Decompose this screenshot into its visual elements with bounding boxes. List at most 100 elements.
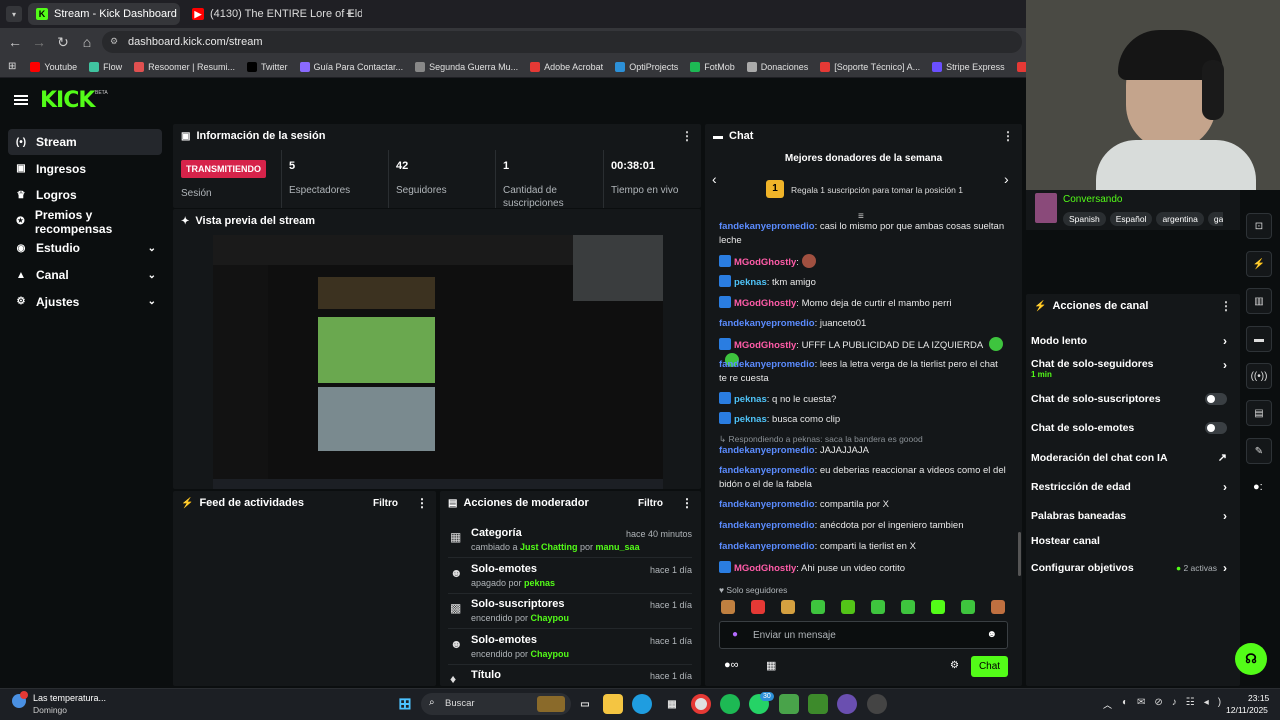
channel-action-7[interactable]: Hostear canal xyxy=(1031,535,1227,547)
chevron-down-icon[interactable]: ⌄ xyxy=(148,296,156,307)
bookmark-item[interactable]: Stripe Express xyxy=(932,61,1005,72)
channel-action-1[interactable]: Chat de solo-seguidores 1 min › xyxy=(1031,358,1227,379)
browser-tab-kick[interactable]: K Stream - Kick Dashboard ✕ xyxy=(28,3,180,25)
feed-filter-button[interactable]: Filtro xyxy=(373,498,398,509)
chat-input-box[interactable]: ● Enviar un mensaje ☻ xyxy=(719,621,1008,649)
new-tab-button[interactable]: + xyxy=(346,5,354,21)
wrench-icon[interactable]: ✎ xyxy=(1246,438,1272,464)
layout-icon[interactable]: ▤ xyxy=(1246,400,1272,426)
stream-tag[interactable]: Español xyxy=(1109,212,1153,226)
chat-settings-icon[interactable]: ⚙ xyxy=(950,660,959,671)
bookmark-item[interactable]: Resoomer | Resumi... xyxy=(134,61,235,72)
emote-shortcut[interactable] xyxy=(751,600,765,614)
task-view-icon[interactable]: ▭ xyxy=(575,694,595,714)
mic-icon[interactable]: ● xyxy=(732,629,738,640)
chat-username[interactable]: fandekanyepromedio xyxy=(719,221,815,232)
spotify-icon[interactable] xyxy=(720,694,740,714)
sidebar-item-logros[interactable]: ♛ Logros xyxy=(8,182,162,208)
chevron-right-icon[interactable]: › xyxy=(1223,334,1227,348)
mod-action-user[interactable]: Chaypou xyxy=(531,613,570,623)
emote-shortcut[interactable] xyxy=(931,600,945,614)
more-icon[interactable]: ⋮ xyxy=(416,496,428,510)
bookmark-item[interactable]: [Soporte Técnico] A... xyxy=(820,61,920,72)
mod-action-user[interactable]: Chaypou xyxy=(531,649,570,659)
toggle-switch[interactable] xyxy=(1205,393,1227,405)
more-icon[interactable]: ⋮ xyxy=(681,496,693,510)
sidebar-item-canal[interactable]: ▲ Canal ⌄ xyxy=(8,262,162,288)
kick-coins-icon[interactable]: ●∞ xyxy=(724,659,739,671)
moderator-action-item[interactable]: ▦ Categoría hace 40 minutos cambiado a Just… xyxy=(448,524,692,558)
tray-icons[interactable]: ◐✉⊘♪☷◂) xyxy=(1122,697,1230,708)
chat-username[interactable]: fandekanyepromedio xyxy=(719,318,815,329)
edge-icon[interactable] xyxy=(632,694,652,714)
chevron-down-icon[interactable]: ⌄ xyxy=(148,243,156,254)
stream-tag[interactable]: argentina xyxy=(1156,212,1204,226)
tab-search-button[interactable]: ▾ xyxy=(6,6,22,22)
address-bar[interactable]: ⚙ dashboard.kick.com/stream xyxy=(102,31,1022,53)
chevron-right-icon[interactable]: › xyxy=(1223,358,1227,372)
clock-time[interactable]: 23:15 xyxy=(1248,693,1269,703)
bookmark-item[interactable]: FotMob xyxy=(690,61,735,72)
broadcast-icon[interactable]: ((•)) xyxy=(1246,363,1272,389)
sidebar-item-estudio[interactable]: ◉ Estudio ⌄ xyxy=(8,235,162,261)
tray-chevron-icon[interactable]: ︿ xyxy=(1103,698,1112,711)
chrome-icon[interactable] xyxy=(691,694,711,714)
channel-action-8[interactable]: Configurar objetivos ● 2 activas › xyxy=(1031,561,1227,575)
chat-bubble-icon[interactable]: ▬ xyxy=(1246,326,1272,352)
back-icon[interactable]: ← xyxy=(3,30,27,54)
sidebar-item-ajustes[interactable]: ⚙ Ajustes ⌄ xyxy=(8,289,162,315)
bookmark-item[interactable]: Twitter xyxy=(247,61,288,72)
clipboard-icon[interactable]: ▥ xyxy=(1246,288,1272,314)
bookmark-item[interactable]: Guía Para Contactar... xyxy=(299,61,403,72)
store-app-icon[interactable]: ▦ xyxy=(662,694,682,714)
stream-preview-video[interactable] xyxy=(213,235,663,489)
donors-next-button[interactable]: › xyxy=(1004,171,1009,187)
support-headset-button[interactable]: ☊ xyxy=(1235,643,1267,675)
emoji-icon[interactable]: ☻ xyxy=(986,629,997,640)
emote-shortcut[interactable] xyxy=(781,600,795,614)
kick-logo[interactable]: KICK xyxy=(40,88,95,113)
clock-date[interactable]: 12/11/2025 xyxy=(1226,705,1268,715)
mod-action-user[interactable]: manu_saa xyxy=(596,542,640,552)
sidebar-item-stream[interactable]: (•) Stream xyxy=(8,129,162,155)
sidebar-item-premios[interactable]: ✪ Premios y recompensas xyxy=(8,208,162,236)
channel-action-6[interactable]: Palabras baneadas › xyxy=(1031,509,1227,523)
chat-username[interactable]: peknas xyxy=(734,394,767,405)
sidebar-item-ingresos[interactable]: ▣ Ingresos xyxy=(8,156,162,182)
browser-tab-youtube[interactable]: ▶ (4130) The ENTIRE Lore of Elde ✕ xyxy=(184,3,362,25)
chat-username[interactable]: MGodGhostly xyxy=(734,257,796,268)
toggle-switch[interactable] xyxy=(1205,422,1227,434)
chat-scrollbar[interactable] xyxy=(1018,532,1021,576)
mod-action-category[interactable]: Just Chatting xyxy=(520,542,578,552)
more-icon[interactable]: ⋮ xyxy=(1002,129,1014,143)
site-info-icon[interactable]: ⚙ xyxy=(110,36,118,47)
more-icon[interactable]: ⋮ xyxy=(681,129,693,143)
stream-tag[interactable]: Spanish xyxy=(1063,212,1106,226)
moderator-action-item[interactable]: ☻ Solo-emotes hace 1 día encendido por Chay… xyxy=(448,631,692,665)
file-explorer-icon[interactable] xyxy=(603,694,623,714)
home-icon[interactable]: ⌂ xyxy=(75,30,99,54)
channel-action-4[interactable]: Moderación del chat con IA ↗ xyxy=(1031,451,1227,465)
channel-action-0[interactable]: Modo lento › xyxy=(1031,334,1227,348)
chat-username[interactable]: MGodGhostly xyxy=(734,298,796,309)
channel-action-2[interactable]: Chat de solo-suscriptores xyxy=(1031,393,1227,405)
weather-text[interactable]: Las temperatura... xyxy=(33,693,106,703)
chat-username[interactable]: peknas xyxy=(734,277,767,288)
chat-username[interactable]: fandekanyepromedio xyxy=(719,445,815,456)
send-chat-button[interactable]: Chat xyxy=(971,656,1008,677)
taskbar-search[interactable]: ⌕ Buscar xyxy=(421,693,571,715)
stream-tag[interactable]: ga xyxy=(1207,212,1223,226)
channel-action-5[interactable]: Restricción de edad › xyxy=(1031,480,1227,494)
chat-username[interactable]: MGodGhostly xyxy=(734,340,796,351)
app-icon[interactable] xyxy=(867,694,887,714)
chat-username[interactable]: fandekanyepromedio xyxy=(719,465,815,476)
emote-shortcut[interactable] xyxy=(811,600,825,614)
category-name[interactable]: Conversando xyxy=(1063,194,1122,205)
mod-action-user[interactable]: peknas xyxy=(524,578,555,588)
emote-shortcut[interactable] xyxy=(901,600,915,614)
windows-start-icon[interactable]: ⊞ xyxy=(395,694,415,714)
bookmark-item[interactable]: Flow xyxy=(89,61,122,72)
focus-icon[interactable]: ⊡ xyxy=(1246,213,1272,239)
chat-input[interactable]: Enviar un mensaje xyxy=(753,630,836,641)
more-icon[interactable]: ⋮ xyxy=(1220,299,1232,313)
